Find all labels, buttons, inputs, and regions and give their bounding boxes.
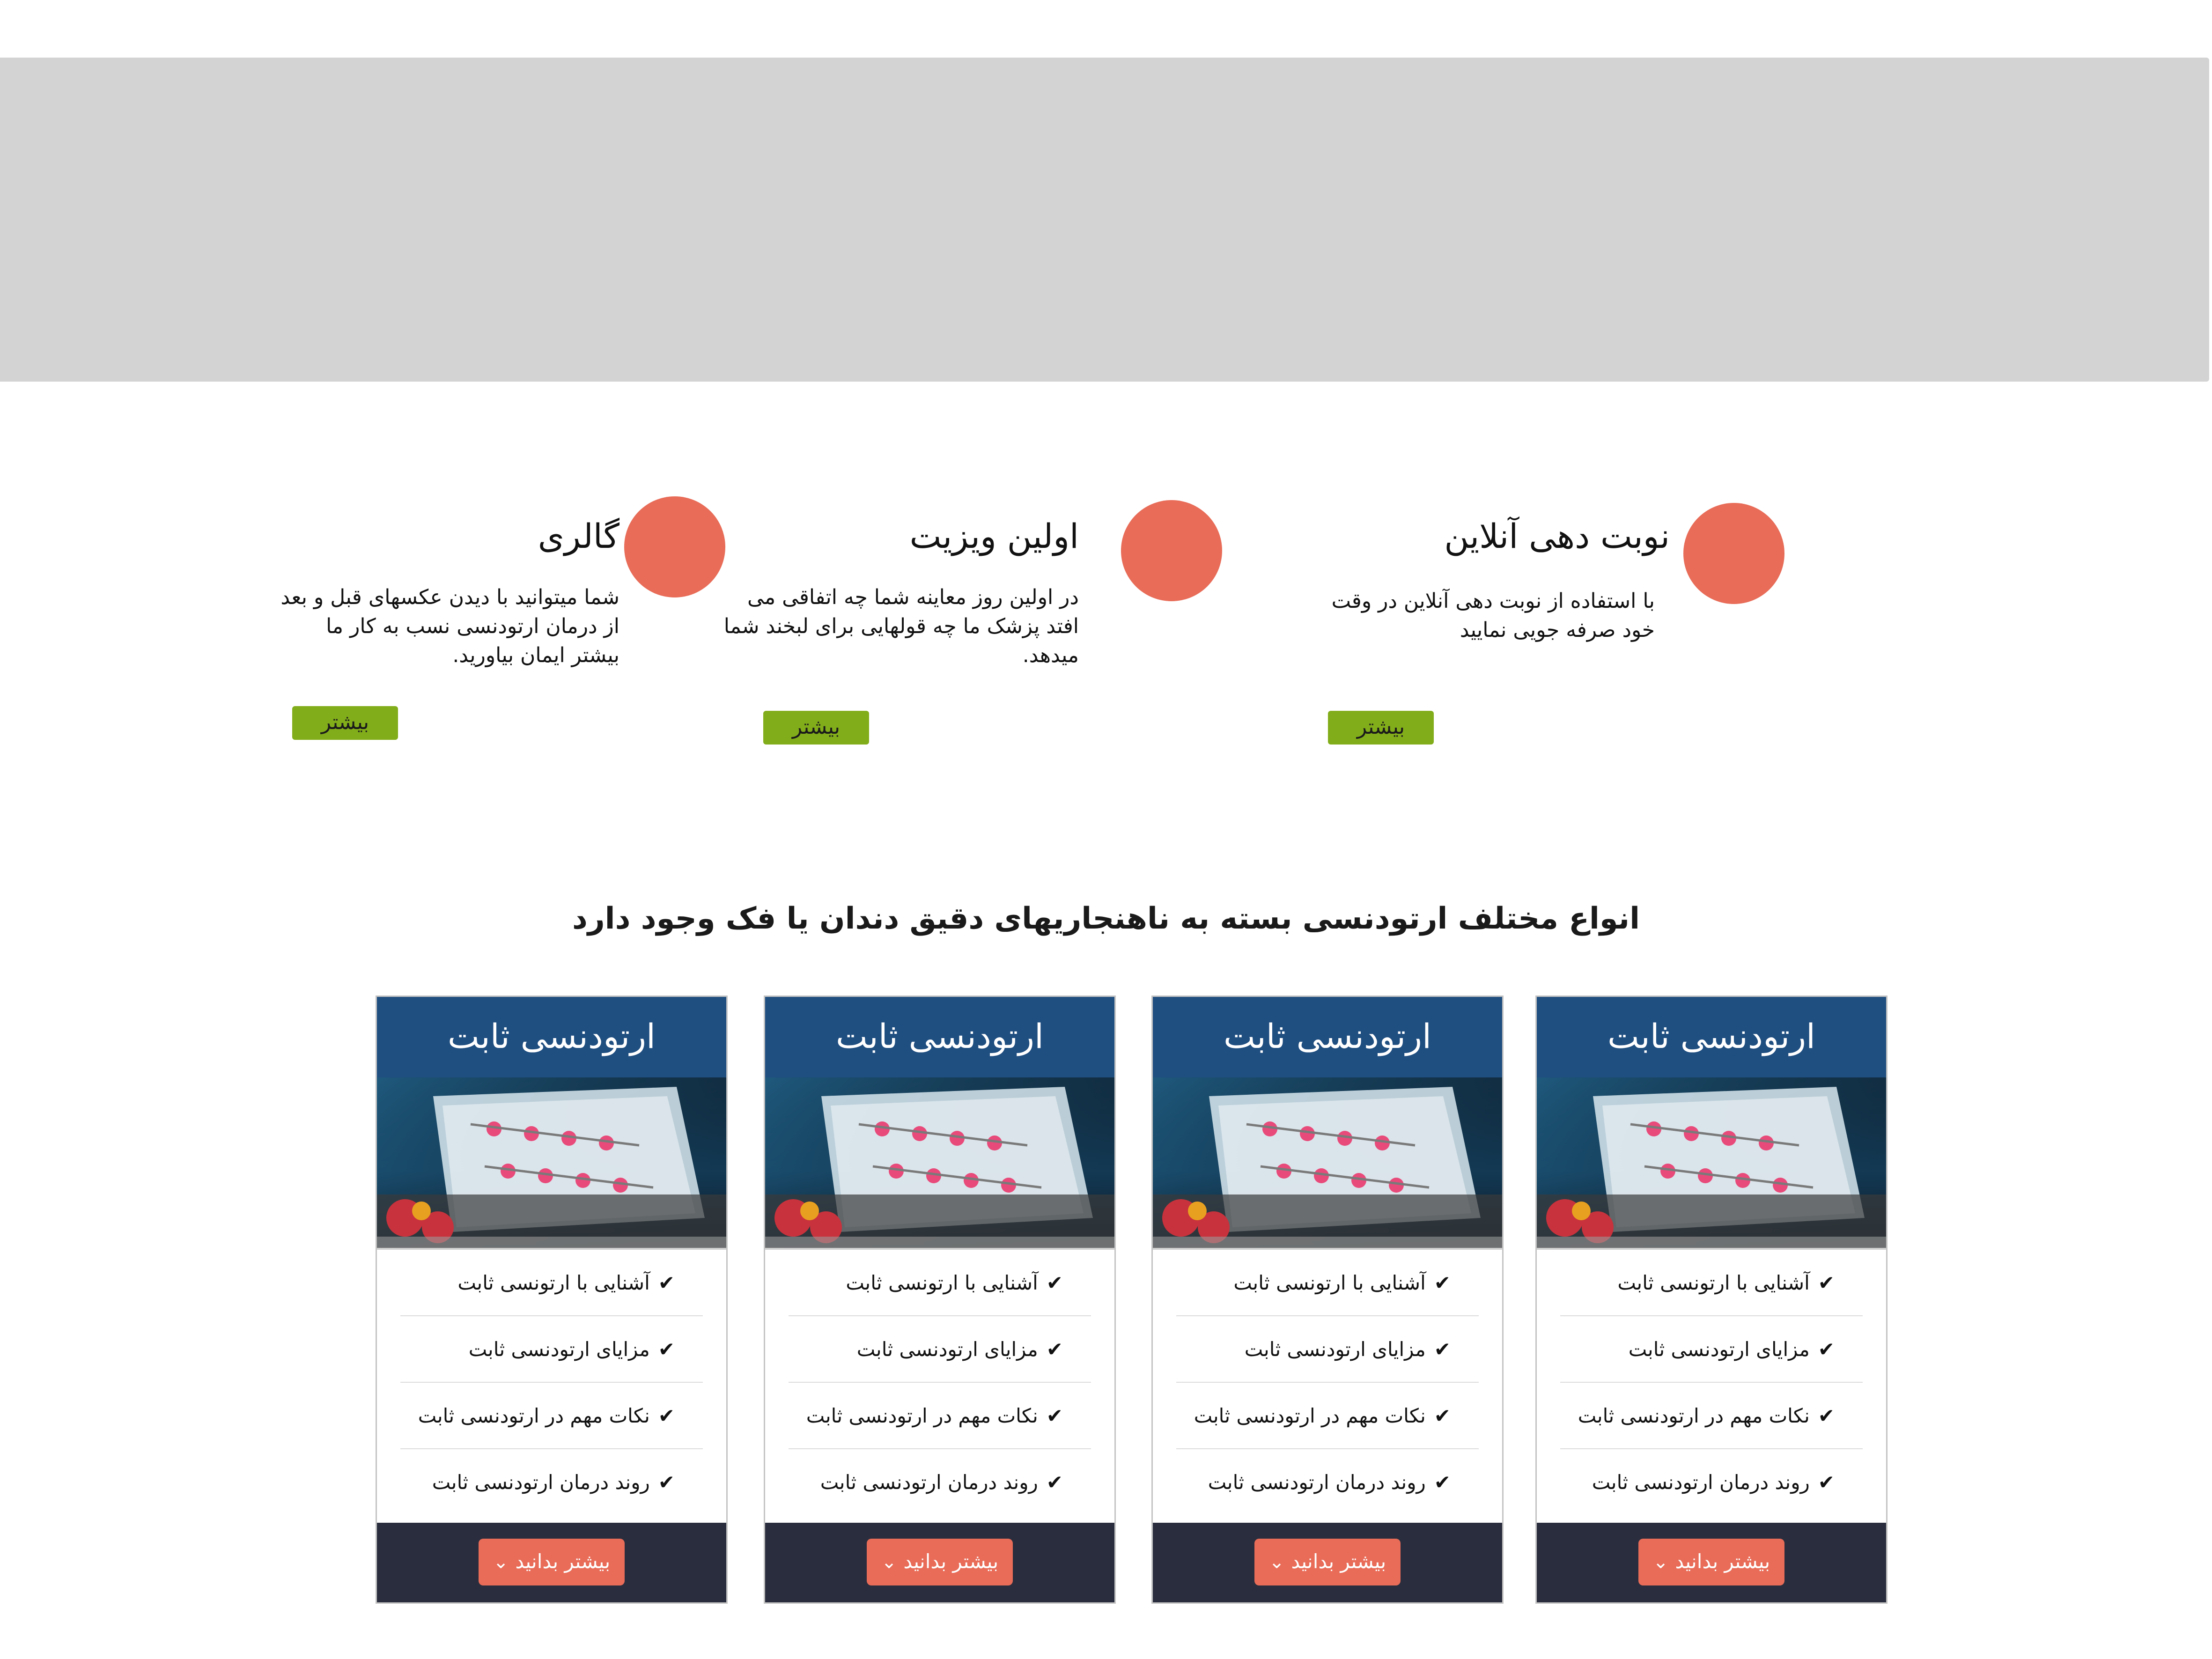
feature-more-button[interactable]: بیشتر — [1328, 711, 1434, 745]
checkmark-icon: ✔ — [1046, 1271, 1063, 1294]
orthodontics-card: ارتودنسی ثابت ✔آشنایی با ارتونسی ثابت ✔م… — [764, 995, 1116, 1604]
list-item[interactable]: ✔روند درمان ارتودنسی ثابت — [400, 1449, 703, 1516]
card-title: ارتودنسی ثابت — [377, 997, 726, 1077]
checkmark-icon: ✔ — [1434, 1338, 1451, 1361]
feature-gallery: گالری شما میتوانید با دیدن عکسهای قبل و … — [253, 492, 740, 754]
list-item[interactable]: ✔مزایای ارتودنسی ثابت — [400, 1316, 703, 1383]
checkmark-icon: ✔ — [658, 1271, 675, 1294]
learn-more-button[interactable]: بیشتر بدانید⌄ — [867, 1539, 1013, 1585]
card-list: ✔آشنایی با ارتونسی ثابت ✔مزایای ارتودنسی… — [377, 1250, 726, 1516]
list-item[interactable]: ✔روند درمان ارتودنسی ثابت — [789, 1449, 1091, 1516]
circle-icon — [1683, 503, 1784, 604]
checkmark-icon: ✔ — [1818, 1338, 1835, 1361]
card-list: ✔آشنایی با ارتونسی ثابت ✔مزایای ارتودنسی… — [1153, 1250, 1502, 1516]
checkmark-icon: ✔ — [1046, 1338, 1063, 1361]
checkmark-icon: ✔ — [1818, 1471, 1835, 1494]
card-footer: بیشتر بدانید⌄ — [765, 1523, 1114, 1602]
card-list: ✔آشنایی با ارتونسی ثابت ✔مزایای ارتودنسی… — [1537, 1250, 1886, 1516]
checkmark-icon: ✔ — [658, 1404, 675, 1427]
checkmark-icon: ✔ — [1434, 1271, 1451, 1294]
list-item[interactable]: ✔آشنایی با ارتونسی ثابت — [1560, 1250, 1863, 1316]
list-item[interactable]: ✔نکات مهم در ارتودنسی ثابت — [789, 1383, 1091, 1449]
list-item[interactable]: ✔آشنایی با ارتونسی ثابت — [1176, 1250, 1479, 1316]
chevron-down-icon: ⌄ — [493, 1551, 509, 1573]
section-heading: انواع مختلف ارتودنسی بسته به ناهنجاریهای… — [572, 901, 1640, 936]
feature-description: در اولین روز معاینه شما چه اتفاقی می افت… — [723, 585, 1079, 667]
list-item[interactable]: ✔مزایای ارتودنسی ثابت — [1176, 1316, 1479, 1383]
card-footer: بیشتر بدانید⌄ — [1537, 1523, 1886, 1602]
chevron-down-icon: ⌄ — [881, 1551, 897, 1573]
card-list: ✔آشنایی با ارتونسی ثابت ✔مزایای ارتودنسی… — [765, 1250, 1114, 1516]
list-item[interactable]: ✔نکات مهم در ارتودنسی ثابت — [1560, 1383, 1863, 1449]
card-title: ارتودنسی ثابت — [1153, 997, 1502, 1077]
checkmark-icon: ✔ — [1434, 1471, 1451, 1494]
learn-more-button[interactable]: بیشتر بدانید⌄ — [1254, 1539, 1401, 1585]
list-item[interactable]: ✔آشنایی با ارتونسی ثابت — [789, 1250, 1091, 1316]
chevron-down-icon: ⌄ — [1268, 1551, 1285, 1573]
checkmark-icon: ✔ — [658, 1471, 675, 1494]
list-item[interactable]: ✔مزایای ارتودنسی ثابت — [1560, 1316, 1863, 1383]
checkmark-icon: ✔ — [658, 1338, 675, 1361]
circle-icon — [1121, 500, 1222, 601]
checkmark-icon: ✔ — [1046, 1471, 1063, 1494]
checkmark-icon: ✔ — [1434, 1404, 1451, 1427]
hero-banner — [0, 58, 2209, 382]
list-item[interactable]: ✔نکات مهم در ارتودنسی ثابت — [1176, 1383, 1479, 1449]
orthodontics-card: ارتودنسی ثابت ✔آشنایی با ارتونسی ثابت ✔م… — [1151, 995, 1504, 1604]
learn-more-button[interactable]: بیشتر بدانید⌄ — [1638, 1539, 1784, 1585]
feature-more-button[interactable]: بیشتر — [292, 706, 398, 740]
circle-icon — [624, 496, 725, 597]
braces-image — [377, 1077, 726, 1250]
checkmark-icon: ✔ — [1818, 1271, 1835, 1294]
braces-image — [1537, 1077, 1886, 1250]
braces-image — [765, 1077, 1114, 1250]
learn-more-button[interactable]: بیشتر بدانید⌄ — [479, 1539, 625, 1585]
list-item[interactable]: ✔آشنایی با ارتونسی ثابت — [400, 1250, 703, 1316]
card-title: ارتودنسی ثابت — [1537, 997, 1886, 1077]
list-item[interactable]: ✔روند درمان ارتودنسی ثابت — [1560, 1449, 1863, 1516]
card-footer: بیشتر بدانید⌄ — [377, 1523, 726, 1602]
feature-title: نوبت دهی آنلاین — [1444, 516, 1670, 556]
card-footer: بیشتر بدانید⌄ — [1153, 1523, 1502, 1602]
feature-title: اولین ویزیت — [909, 516, 1079, 556]
orthodontics-card: ارتودنسی ثابت ✔آشنایی با ارتونسی ثابت ✔م… — [376, 995, 728, 1604]
feature-title: گالری — [538, 516, 619, 556]
braces-image — [1153, 1077, 1502, 1250]
feature-first-visit: اولین ویزیت در اولین روز معاینه شما چه ا… — [724, 496, 1227, 759]
list-item[interactable]: ✔مزایای ارتودنسی ثابت — [789, 1316, 1091, 1383]
checkmark-icon: ✔ — [1818, 1404, 1835, 1427]
orthodontics-card: ارتودنسی ثابت ✔آشنایی با ارتونسی ثابت ✔م… — [1535, 995, 1888, 1604]
list-item[interactable]: ✔روند درمان ارتودنسی ثابت — [1176, 1449, 1479, 1516]
feature-description: با استفاده از نوبت دهی آنلاین در وقت خود… — [1331, 589, 1655, 642]
feature-more-button[interactable]: بیشتر — [763, 711, 869, 745]
feature-online-appointment: نوبت دهی آنلاین با استفاده از نوبت دهی آ… — [1302, 496, 1789, 759]
card-title: ارتودنسی ثابت — [765, 997, 1114, 1077]
feature-description: شما میتوانید با دیدن عکسهای قبل و بعد از… — [280, 585, 619, 667]
list-item[interactable]: ✔نکات مهم در ارتودنسی ثابت — [400, 1383, 703, 1449]
checkmark-icon: ✔ — [1046, 1404, 1063, 1427]
chevron-down-icon: ⌄ — [1652, 1551, 1669, 1573]
